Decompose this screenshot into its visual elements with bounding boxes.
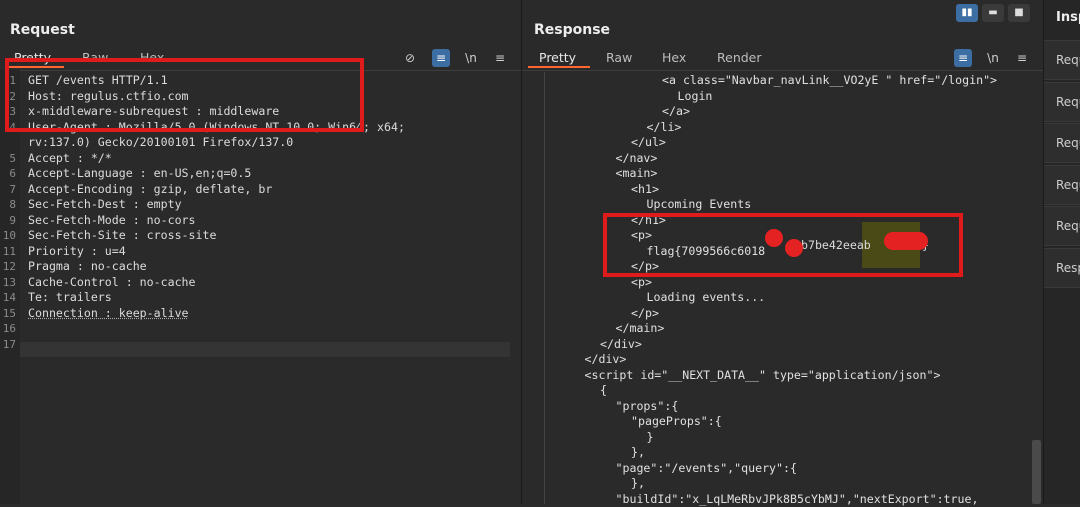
show-newlines-icon[interactable]: \n <box>984 49 1002 67</box>
response-tab-render[interactable]: Render <box>717 50 762 65</box>
response-line[interactable]: "buildId":"x_LqLMeRbvJPk8B5cYbMJ","nextE… <box>616 492 979 507</box>
response-tab-hex[interactable]: Hex <box>662 50 686 65</box>
response-line[interactable]: </p> <box>631 306 659 322</box>
request-line-text: Accept-Language : en-US,en;q=0.5 <box>28 166 251 182</box>
response-line[interactable]: }, <box>631 476 645 492</box>
inspector-section-label: Resp <box>1056 261 1080 275</box>
request-line-text: Cache-Control : no-cache <box>28 275 196 291</box>
request-line-text: Sec-Fetch-Dest : empty <box>28 197 182 213</box>
request-line-text: Pragma : no-cache <box>28 259 147 275</box>
request-line-text: Sec-Fetch-Mode : no-cors <box>28 213 196 229</box>
wrap-lines-icon[interactable]: ≡ <box>954 49 972 67</box>
response-line[interactable]: <script id="__NEXT_DATA__" type="applica… <box>585 368 941 384</box>
response-line[interactable]: "page":"/events","query":{ <box>616 461 797 477</box>
inspector-section-label: Requ <box>1056 219 1080 233</box>
response-line[interactable]: </nav> <box>616 151 658 167</box>
request-line-text: Sec-Fetch-Site : cross-site <box>28 228 216 244</box>
response-line[interactable]: Login <box>678 89 713 105</box>
inspector-title: Insp <box>1056 10 1080 25</box>
request-pane: Request Pretty Raw Hex ⊘ ≡ \n ≡ 1GET /ev… <box>0 0 521 504</box>
show-newlines-icon[interactable]: \n <box>462 49 480 67</box>
request-line-text: Connection : keep-alive <box>28 306 189 322</box>
response-line[interactable]: }, <box>631 445 645 461</box>
response-pane: Response Pretty Raw Hex Render ≡ \n ≡ <a… <box>522 0 1043 504</box>
line-number: 5 <box>2 151 16 167</box>
response-tab-raw[interactable]: Raw <box>606 50 632 65</box>
request-line-text: Priority : u=4 <box>28 244 126 260</box>
single-view-icon[interactable]: ■ <box>1008 4 1030 22</box>
response-line[interactable]: } <box>647 430 654 446</box>
inspector-section[interactable]: Requ <box>1044 206 1080 246</box>
response-tabbar: Pretty Raw Hex Render ≡ \n ≡ <box>522 46 1043 71</box>
line-number: 14 <box>2 290 16 306</box>
line-number: 12 <box>2 259 16 275</box>
response-line[interactable]: "pageProps":{ <box>631 414 722 430</box>
response-line[interactable]: Upcoming Events <box>647 197 752 213</box>
line-number: 9 <box>2 213 16 229</box>
response-line[interactable]: </ul> <box>631 135 666 151</box>
line-number: 16 <box>2 321 16 337</box>
request-line-text: Accept-Encoding : gzip, deflate, br <box>28 182 272 198</box>
inspector-section-label: Requ <box>1056 136 1080 150</box>
request-line-text: Accept : */* <box>28 151 112 167</box>
response-line[interactable]: <main> <box>616 166 658 182</box>
inspector-section[interactable]: Requ <box>1044 123 1080 163</box>
inspector-pane: Insp Requ Requ Requ Requ Requ Resp <box>1044 0 1080 504</box>
response-scrollbar[interactable] <box>1032 440 1041 504</box>
inspector-section[interactable]: Resp <box>1044 248 1080 288</box>
response-tab-pretty[interactable]: Pretty <box>539 50 576 65</box>
inspector-section[interactable]: Requ <box>1044 40 1080 80</box>
inspector-section-label: Requ <box>1056 178 1080 192</box>
response-line[interactable]: </div> <box>600 337 642 353</box>
stacked-view-icon[interactable]: ▬ <box>982 4 1004 22</box>
request-line-text: Te: trailers <box>28 290 112 306</box>
line-number: 15 <box>2 306 16 322</box>
request-menu-icon[interactable]: ≡ <box>491 49 509 67</box>
response-line[interactable]: { <box>600 383 607 399</box>
line-number: 6 <box>2 166 16 182</box>
response-line[interactable]: </div> <box>585 352 627 368</box>
inspector-section[interactable]: Requ <box>1044 165 1080 205</box>
response-line[interactable]: "props":{ <box>616 399 679 415</box>
split-view-icon[interactable]: ▮▮ <box>956 4 978 22</box>
fold-guide <box>544 72 545 504</box>
response-title: Response <box>534 22 610 38</box>
highlight-box-request-headers <box>5 58 364 132</box>
current-line-highlight <box>20 342 510 357</box>
line-number: 7 <box>2 182 16 198</box>
line-number: 13 <box>2 275 16 291</box>
highlight-box-flag <box>603 213 963 277</box>
wrap-lines-icon[interactable]: ≡ <box>432 49 450 67</box>
response-line[interactable]: Loading events... <box>647 290 766 306</box>
inspector-section-label: Requ <box>1056 95 1080 109</box>
response-line[interactable]: </a> <box>662 104 690 120</box>
line-number: 8 <box>2 197 16 213</box>
response-line[interactable]: </main> <box>616 321 665 337</box>
request-line-text: rv:137.0) Gecko/20100101 Firefox/137.0 <box>28 135 293 151</box>
line-number: 10 <box>2 228 16 244</box>
response-line[interactable]: <h1> <box>631 182 659 198</box>
line-number: 11 <box>2 244 16 260</box>
hide-eye-icon[interactable]: ⊘ <box>401 49 419 67</box>
active-tab-indicator <box>528 66 590 68</box>
inspector-section-label: Requ <box>1056 53 1080 67</box>
line-number: 17 <box>2 337 16 353</box>
response-menu-icon[interactable]: ≡ <box>1013 49 1031 67</box>
inspector-section[interactable]: Requ <box>1044 82 1080 122</box>
request-title: Request <box>10 22 75 38</box>
response-line[interactable]: </li> <box>647 120 682 136</box>
response-line[interactable]: <a class="Navbar_navLink__VO2yE " href="… <box>662 73 997 89</box>
